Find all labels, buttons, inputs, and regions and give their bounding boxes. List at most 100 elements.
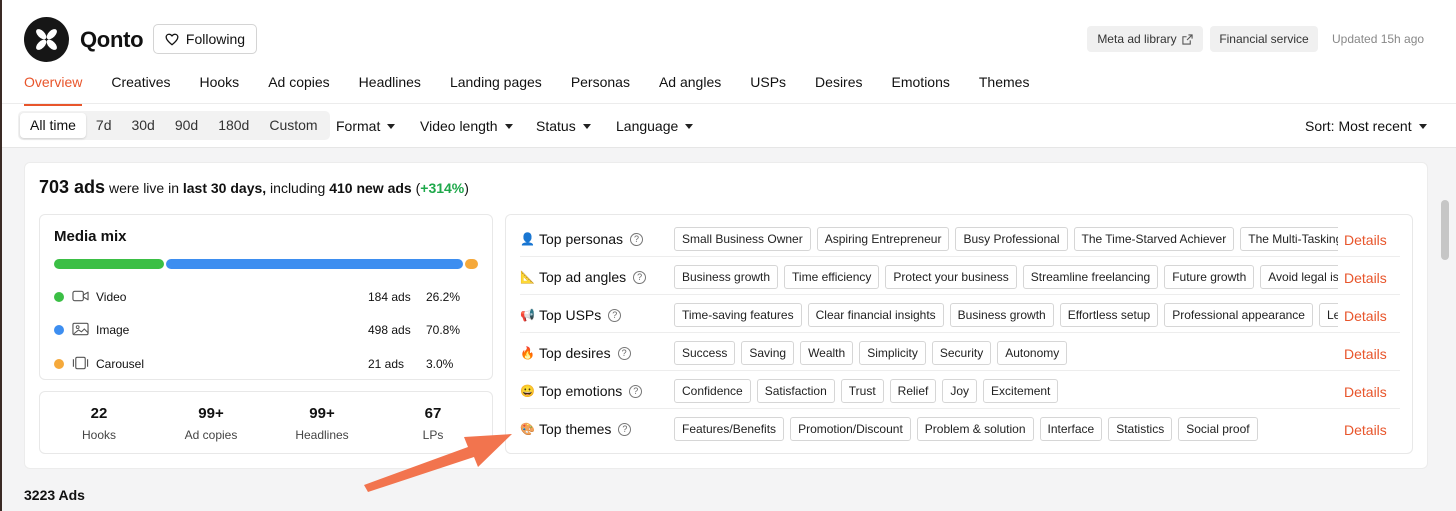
tag-chip[interactable]: Joy [942,379,978,403]
tops-row-top-ad-angles: 📐 Top ad angles? Business growth Time effic… [520,257,1400,295]
tag-chip[interactable]: Small Business Owner [674,227,811,251]
tag-chip[interactable]: Protect your business [885,265,1017,289]
scrollbar-thumb[interactable] [1441,200,1449,260]
tag-chip[interactable]: The Multi-Tasking Pro [1240,227,1338,251]
help-icon[interactable]: ? [608,308,622,322]
tops-row-title: Top personas [539,231,624,247]
help-icon[interactable]: ? [630,232,644,246]
stat-lps[interactable]: 67 LPs [373,405,493,442]
tag-chip[interactable]: Relief [889,379,937,403]
stat-label: Headlines [295,428,349,442]
time-range-180d[interactable]: 180d [208,113,259,138]
stat-ad-copies[interactable]: 99+ Ad copies [151,405,271,442]
tag-chip[interactable]: Business growth [949,303,1054,327]
tag-chip[interactable]: Streamline freelancing [1022,265,1159,289]
tab-ad-copies[interactable]: Ad copies [268,74,329,106]
stat-value: 22 [90,405,108,422]
details-link[interactable]: Details [1344,270,1387,286]
tag-chip[interactable]: Busy Professional [955,227,1068,251]
tag-chip[interactable]: The Time-Starved Achiever [1073,227,1235,251]
tag-chip[interactable]: Security [931,341,992,365]
time-range-custom[interactable]: Custom [259,113,327,138]
details-link[interactable]: Details [1344,232,1387,248]
media-row-video: Video 184 ads 26.2% [54,288,464,306]
tops-row-top-emotions: 😀 Top emotions? Confidence Satisfaction Trus… [520,371,1400,409]
summary-line: 703 ads were live in last 30 days, inclu… [39,177,469,198]
status-label: Status [536,118,576,134]
nav-tabs: Overview Creatives Hooks Ad copies Headlines… [24,74,1058,106]
caret-down-icon [1418,123,1427,129]
brand-logo[interactable] [24,17,69,62]
tag-chip[interactable]: Promotion/Discount [790,417,911,441]
tab-themes[interactable]: Themes [979,74,1030,106]
details-link[interactable]: Details [1344,422,1387,438]
tag-chip[interactable]: Legal [1318,303,1338,327]
palette-emoji-icon: 🎨 [520,422,535,436]
tag-chip[interactable]: Aspiring Entrepreneur [816,227,950,251]
help-icon[interactable]: ? [618,422,632,436]
stat-headlines[interactable]: 99+ Headlines [262,405,382,442]
meta-ad-library-button[interactable]: Meta ad library [1087,26,1203,52]
status-dropdown[interactable]: Status [536,118,591,134]
tops-row-title: Top emotions [539,383,623,399]
time-range-90d[interactable]: 90d [165,113,208,138]
tag-chip[interactable]: Features/Benefits [674,417,785,441]
tag-chip[interactable]: Success [674,341,736,365]
tag-chip[interactable]: Time-saving features [674,303,802,327]
language-dropdown[interactable]: Language [616,118,694,134]
tag-chip[interactable]: Time efficiency [784,265,880,289]
person-emoji-icon: 👤 [520,232,535,246]
tab-creatives[interactable]: Creatives [111,74,170,106]
summary-text-including: including [270,180,326,196]
tag-chip[interactable]: Trust [840,379,884,403]
tag-chip[interactable]: Effortless setup [1059,303,1159,327]
stat-hooks[interactable]: 22 Hooks [39,405,159,442]
details-link[interactable]: Details [1344,346,1387,362]
tag-chip[interactable]: Confidence [674,379,751,403]
time-range-7d[interactable]: 7d [86,113,122,138]
tab-overview[interactable]: Overview [24,74,83,106]
tag-chip[interactable]: Interface [1039,417,1103,441]
following-button[interactable]: Following [153,24,257,54]
time-range-30d[interactable]: 30d [121,113,164,138]
tag-chip[interactable]: Business growth [674,265,779,289]
tag-chip[interactable]: Wealth [800,341,854,365]
tab-emotions[interactable]: Emotions [892,74,950,106]
tab-usps[interactable]: USPs [750,74,786,106]
tag-chip[interactable]: Statistics [1108,417,1173,441]
tag-chip[interactable]: Future growth [1164,265,1255,289]
details-link[interactable]: Details [1344,308,1387,324]
tag-chip[interactable]: Simplicity [859,341,926,365]
time-range-selector: All time 7d 30d 90d 180d Custom [18,111,330,140]
tag-chip[interactable]: Professional appearance [1164,303,1313,327]
tab-headlines[interactable]: Headlines [359,74,421,106]
tag-chip[interactable]: Clear financial insights [807,303,944,327]
tab-hooks[interactable]: Hooks [200,74,240,106]
tab-ad-angles[interactable]: Ad angles [659,74,721,106]
top-header: Qonto Following Meta ad library Financia… [0,0,1456,148]
details-link[interactable]: Details [1344,384,1387,400]
sort-dropdown[interactable]: Sort: Most recent [1305,118,1427,134]
help-icon[interactable]: ? [633,270,647,284]
media-mix-title: Media mix [54,228,127,245]
tops-row-top-desires: 🔥 Top desires? Success Saving Wealth Simplici… [520,333,1400,371]
media-mix-segment-video [54,259,165,269]
tab-desires[interactable]: Desires [815,74,862,106]
triangle-ruler-emoji-icon: 📐 [520,270,535,284]
tag-chip[interactable]: Avoid legal issues [1260,265,1338,289]
tops-row-title: Top ad angles [539,269,627,285]
tag-chip[interactable]: Satisfaction [756,379,835,403]
time-range-all-time[interactable]: All time [20,113,86,138]
tab-landing-pages[interactable]: Landing pages [450,74,542,106]
tag-chip[interactable]: Social proof [1178,417,1258,441]
tag-chip[interactable]: Problem & solution [916,417,1034,441]
tag-chip[interactable]: Autonomy [997,341,1068,365]
tab-personas[interactable]: Personas [571,74,630,106]
video-length-dropdown[interactable]: Video length [420,118,513,134]
format-dropdown[interactable]: Format [336,118,396,134]
tag-list: Success Saving Wealth Simplicity Security Aut… [674,341,1338,365]
tag-chip[interactable]: Excitement [983,379,1059,403]
help-icon[interactable]: ? [617,346,631,360]
help-icon[interactable]: ? [629,384,643,398]
tag-chip[interactable]: Saving [741,341,795,365]
